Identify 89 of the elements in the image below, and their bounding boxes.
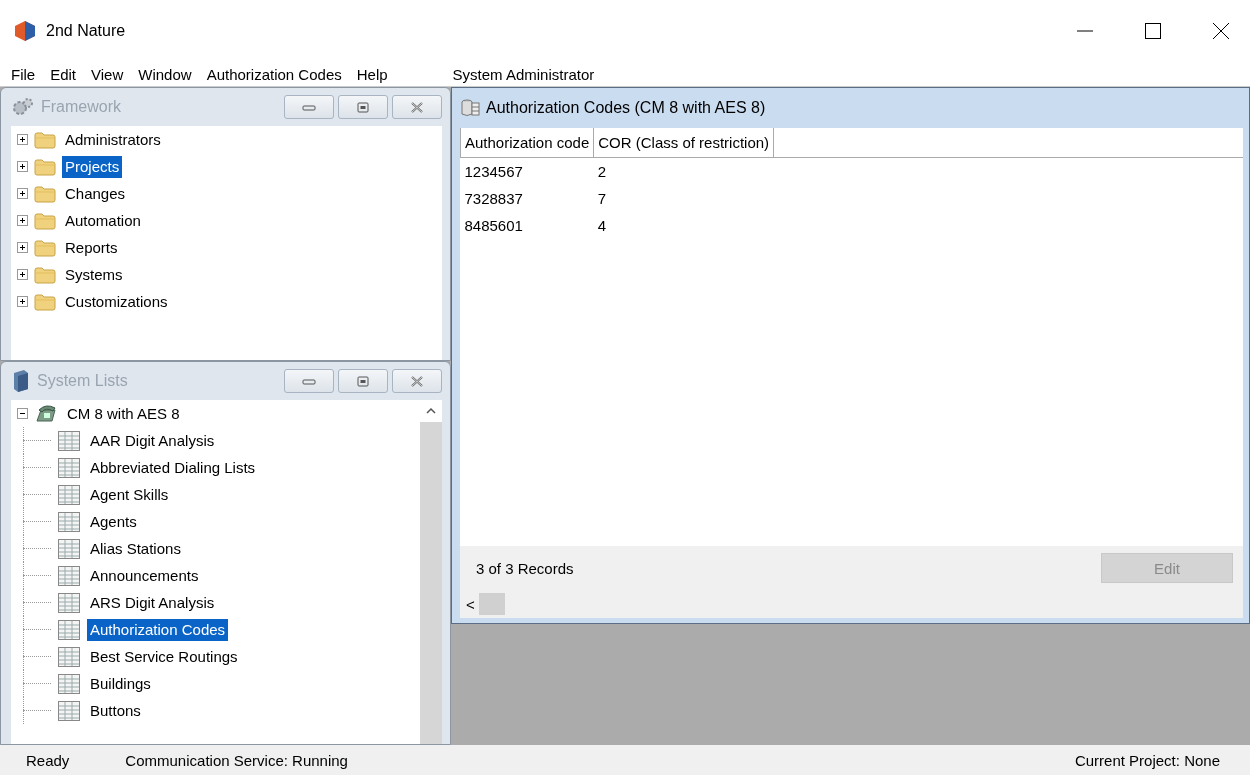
folder-icon <box>34 292 56 311</box>
tree-item[interactable]: Buildings <box>87 672 154 695</box>
expand-icon[interactable] <box>17 269 28 280</box>
tree-item[interactable]: AAR Digit Analysis <box>87 429 218 452</box>
table-icon <box>57 456 81 479</box>
table-icon <box>57 429 81 452</box>
expand-icon[interactable] <box>17 161 28 172</box>
table-icon <box>57 591 81 614</box>
window-title: 2nd Nature <box>46 22 127 40</box>
minimize-button[interactable] <box>284 369 334 393</box>
table-icon <box>57 537 81 560</box>
column-header[interactable]: Authorization code <box>460 128 594 158</box>
tree-item[interactable]: Automation <box>62 209 144 232</box>
tree-item[interactable]: Agents <box>87 510 140 533</box>
status-text: Current Project: None <box>1074 751 1220 769</box>
close-button[interactable] <box>392 369 442 393</box>
tree-item[interactable]: Customizations <box>62 290 171 313</box>
maximize-icon <box>1145 23 1161 39</box>
table-cell-text: 4 <box>596 216 608 236</box>
app-logo-icon <box>14 20 36 42</box>
restore-button[interactable] <box>338 95 388 119</box>
close-icon <box>410 101 424 113</box>
tree-item[interactable]: Announcements <box>87 564 202 587</box>
folder-icon <box>34 184 56 203</box>
close-icon <box>410 375 424 387</box>
tree-item[interactable]: Buttons <box>87 699 144 722</box>
close-icon <box>1213 23 1229 39</box>
table-icon <box>57 510 81 533</box>
tree-item[interactable]: Systems <box>62 263 126 286</box>
status-text: Ready <box>26 751 70 769</box>
tree-item[interactable]: Abbreviated Dialing Lists <box>87 456 259 479</box>
table-icon <box>57 483 81 506</box>
expand-icon[interactable] <box>17 134 28 145</box>
tree-item[interactable]: Authorization Codes <box>87 618 229 641</box>
tree-item[interactable]: Alias Stations <box>87 537 184 560</box>
panel-title: Framework <box>41 98 122 116</box>
table-icon <box>57 672 81 695</box>
expand-icon[interactable] <box>17 242 28 253</box>
folder-icon <box>34 265 56 284</box>
collapse-icon[interactable] <box>17 408 28 419</box>
table-icon <box>57 699 81 722</box>
gears-icon <box>11 97 35 117</box>
table-cell-text: 7 <box>596 189 608 209</box>
user-label: System Administrator <box>451 65 596 83</box>
tree-item[interactable]: Changes <box>62 182 129 205</box>
tree-item[interactable]: CM 8 with AES 8 <box>64 402 183 425</box>
tree-item[interactable]: Reports <box>62 236 121 259</box>
folder-icon <box>34 130 56 149</box>
menu-item[interactable]: View <box>90 65 125 83</box>
expand-icon[interactable] <box>17 215 28 226</box>
table-cell-text: 7328837 <box>463 189 524 209</box>
minimize-button[interactable] <box>284 95 334 119</box>
server-icon <box>11 369 31 393</box>
menu-item[interactable]: Edit <box>49 65 78 83</box>
window-title: Authorization Codes (CM 8 with AES 8) <box>486 99 766 117</box>
table-cell: 1234567 <box>460 157 594 185</box>
restore-icon <box>356 375 370 387</box>
menu-item[interactable]: Window <box>137 65 193 83</box>
menu-item[interactable]: Authorization Codes <box>205 65 343 83</box>
telephone-icon <box>34 403 58 424</box>
minimize-icon <box>1077 30 1093 32</box>
database-icon <box>460 98 480 118</box>
panel-title: System Lists <box>37 372 129 390</box>
tree-item[interactable]: ARS Digit Analysis <box>87 591 218 614</box>
table-icon <box>57 564 81 587</box>
folder-icon <box>34 238 56 257</box>
table-icon <box>57 645 81 668</box>
table-cell: 2 <box>593 157 774 185</box>
scroll-left-arrow[interactable]: < <box>466 595 475 613</box>
expand-icon[interactable] <box>17 296 28 307</box>
menu-item[interactable]: File <box>10 65 37 83</box>
record-count: 3 of 3 Records <box>476 559 575 577</box>
scroll-thumb[interactable] <box>478 593 505 615</box>
column-header[interactable]: COR (Class of restriction) <box>593 128 774 158</box>
expand-icon[interactable] <box>17 188 28 199</box>
restore-icon <box>356 101 370 113</box>
tree-item[interactable]: Administrators <box>62 128 164 151</box>
status-text: Communication Service: Running <box>125 751 349 769</box>
scrollbar[interactable] <box>420 400 442 744</box>
table-icon <box>57 618 81 641</box>
close-button[interactable] <box>392 95 442 119</box>
folder-icon <box>34 211 56 230</box>
restore-button[interactable] <box>338 369 388 393</box>
table-cell-text: 8485601 <box>463 216 524 236</box>
tree-item[interactable]: Agent Skills <box>87 483 172 506</box>
tree-item[interactable]: Projects <box>62 155 123 178</box>
tree-item[interactable]: Best Service Routings <box>87 645 241 668</box>
menu-item[interactable]: Help <box>355 65 389 83</box>
folder-icon <box>34 157 56 176</box>
